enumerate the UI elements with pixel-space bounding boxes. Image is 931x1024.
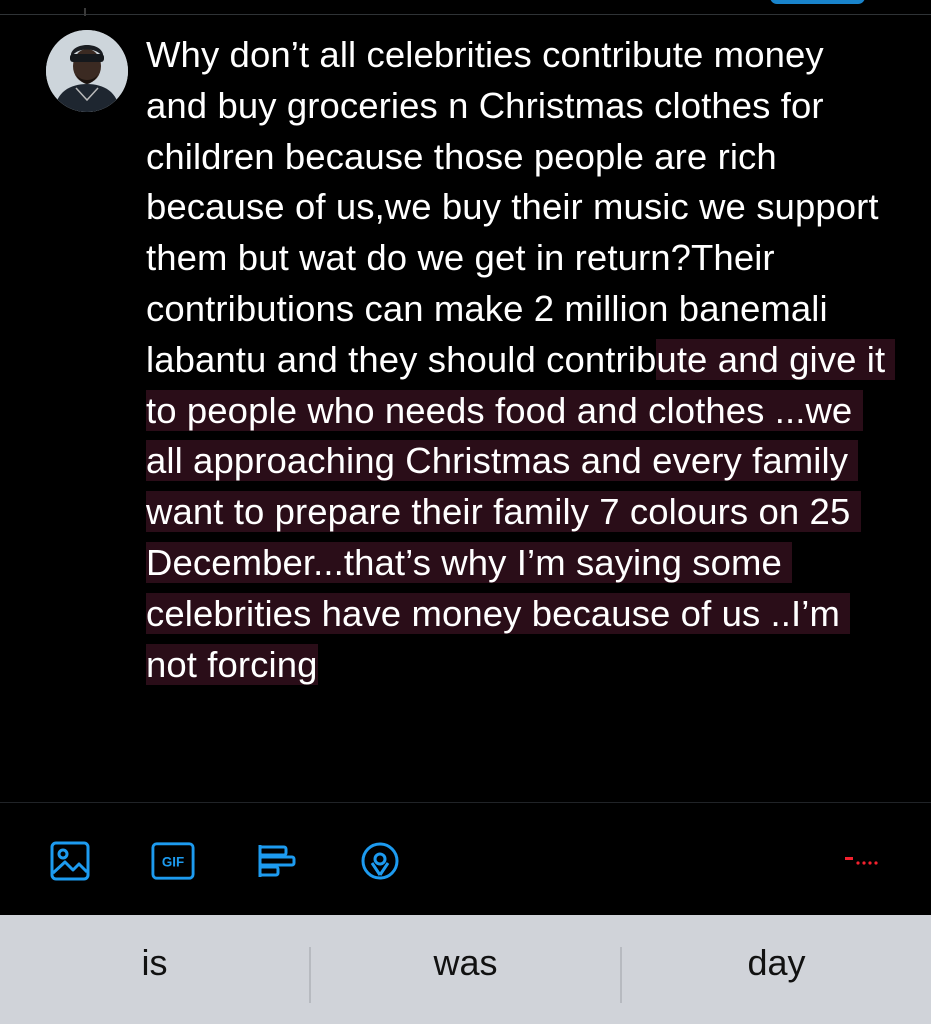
- character-counter: [843, 853, 883, 867]
- avatar[interactable]: [46, 30, 128, 112]
- image-button[interactable]: [48, 839, 92, 883]
- character-counter-icon: [845, 857, 878, 865]
- keyboard-suggestion-bar: is was day: [0, 915, 931, 1024]
- image-icon: [50, 841, 90, 881]
- location-button[interactable]: [358, 839, 402, 883]
- avatar-photo: [46, 30, 128, 112]
- tweet-text-over-limit: ute and give it to people who needs food…: [146, 338, 896, 685]
- suggestion-1[interactable]: is: [0, 915, 309, 1024]
- gif-label: GIF: [162, 855, 184, 870]
- reply-button-edge[interactable]: [770, 0, 865, 4]
- suggestion-3[interactable]: day: [622, 915, 931, 1024]
- suggestion-2[interactable]: was: [311, 915, 620, 1024]
- gif-button[interactable]: GIF: [151, 839, 195, 883]
- tweet-compose-textarea[interactable]: Why don’t all celebrities contribute mon…: [146, 30, 896, 690]
- thread-line: [84, 8, 86, 16]
- location-icon: [361, 842, 399, 880]
- poll-icon: [258, 845, 296, 877]
- gif-icon: GIF: [151, 842, 195, 880]
- poll-button[interactable]: [254, 839, 298, 883]
- top-divider: [0, 14, 931, 15]
- tweet-text-within-limit: Why don’t all celebrities contribute mon…: [146, 34, 889, 380]
- compose-toolbar: GIF: [0, 803, 931, 915]
- tweet-text: Why don’t all celebrities contribute mon…: [146, 30, 896, 690]
